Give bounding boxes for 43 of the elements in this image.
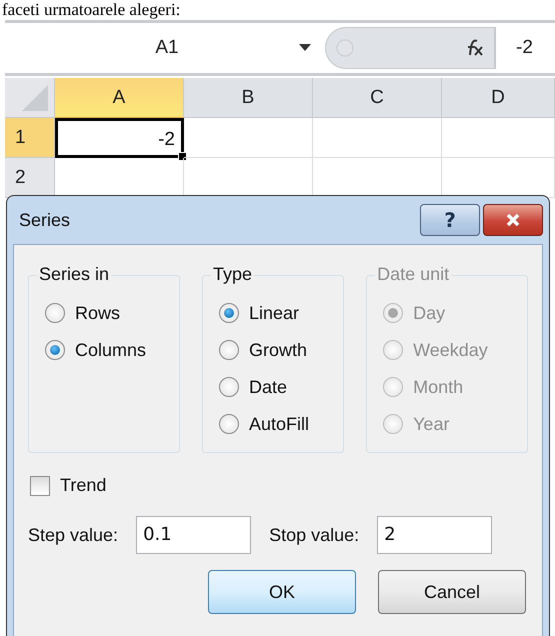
column-header[interactable]: C [313, 78, 442, 118]
radio-label: Weekday [413, 340, 488, 360]
table-cell[interactable] [442, 118, 555, 158]
radio-label[interactable]: Date [249, 376, 288, 398]
radio-label[interactable]: Columns [75, 340, 146, 360]
checkbox-label[interactable]: Trend [60, 475, 106, 496]
radio-label[interactable]: AutoFill [249, 414, 310, 434]
input-field[interactable]: 0.1 [136, 516, 252, 554]
radio-button[interactable] [45, 303, 65, 323]
formula-field[interactable]: -2 [495, 27, 555, 69]
table-cell[interactable] [313, 118, 442, 158]
triangle-icon [20, 83, 50, 113]
caption-text: faceti urmatoarele alegeri: [1, 0, 182, 20]
close-icon[interactable] [505, 213, 521, 227]
help-button[interactable]: ? [420, 204, 480, 236]
radio-button[interactable] [219, 303, 239, 323]
table-cell[interactable] [184, 118, 313, 158]
radio-button[interactable] [219, 340, 239, 360]
dialog-button[interactable]: OK [208, 570, 356, 614]
table-cell[interactable]: -2 [55, 118, 184, 158]
name-box[interactable]: A1 [5, 27, 325, 69]
row-header[interactable]: 2 [5, 158, 55, 198]
column-header[interactable]: B [184, 78, 313, 118]
column-header[interactable]: D [442, 78, 555, 118]
radio-label[interactable]: Growth [249, 340, 308, 360]
dialog-title: Series [18, 210, 70, 230]
radio-button[interactable] [219, 414, 239, 434]
radio-label: Year [413, 414, 450, 434]
checkbox[interactable] [30, 476, 50, 496]
field-label: Step value: [28, 524, 118, 546]
row-header[interactable]: 1 [5, 118, 55, 158]
input-field[interactable]: 2 [377, 516, 492, 554]
radio-label: Day [413, 302, 446, 324]
radio-label[interactable]: Rows [75, 302, 120, 324]
close-button[interactable] [483, 204, 543, 236]
radio-button[interactable] [45, 340, 65, 360]
dropdown-arrow-icon[interactable] [299, 44, 311, 52]
radio-button[interactable] [219, 377, 239, 397]
dialog-button[interactable]: Cancel [378, 570, 526, 614]
radio-label: Month [413, 376, 464, 398]
column-header[interactable]: A [55, 78, 184, 118]
field-label: Stop value: [269, 524, 360, 546]
radio-label[interactable]: Linear [249, 302, 300, 324]
